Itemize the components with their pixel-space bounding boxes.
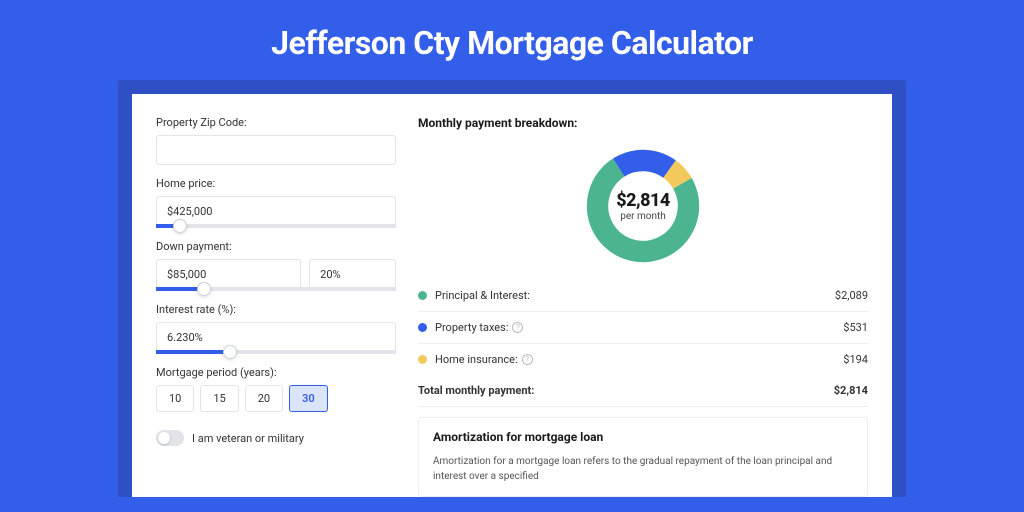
info-icon[interactable]: ? (512, 322, 523, 333)
info-icon[interactable]: ? (522, 354, 533, 365)
amortization-text: Amortization for a mortgage loan refers … (433, 454, 853, 484)
rate-field: Interest rate (%): (156, 303, 396, 354)
home-price-label: Home price: (156, 177, 396, 190)
outer-card: Property Zip Code: Home price: Down paym… (118, 80, 906, 497)
total-label: Total monthly payment: (418, 384, 834, 397)
down-payment-pct-input[interactable] (309, 259, 396, 289)
breakdown-row: Principal & Interest:$2,089 (418, 280, 868, 312)
breakdown-label: Principal & Interest: (435, 289, 835, 302)
donut-chart: $2,814 per month (418, 142, 868, 280)
home-price-input[interactable] (156, 196, 396, 226)
home-price-slider[interactable] (156, 224, 396, 228)
slider-thumb[interactable] (223, 345, 237, 359)
down-payment-field: Down payment: (156, 240, 396, 291)
down-payment-label: Down payment: (156, 240, 396, 253)
donut-amount: $2,814 (616, 190, 670, 211)
amortization-title: Amortization for mortgage loan (433, 430, 853, 444)
zip-input[interactable] (156, 135, 396, 165)
period-buttons: 1015 2030 (156, 385, 396, 412)
amortization-section: Amortization for mortgage loan Amortizat… (418, 417, 868, 497)
breakdown-value: $194 (843, 353, 868, 366)
period-btn-15[interactable]: 15 (200, 385, 238, 412)
legend-dot (418, 355, 427, 364)
period-btn-20[interactable]: 20 (245, 385, 283, 412)
rate-input[interactable] (156, 322, 396, 352)
breakdown-title: Monthly payment breakdown: (418, 116, 868, 130)
home-price-field: Home price: (156, 177, 396, 228)
period-btn-10[interactable]: 10 (156, 385, 194, 412)
breakdown-rows: Principal & Interest:$2,089Property taxe… (418, 280, 868, 375)
veteran-label: I am veteran or military (192, 432, 304, 445)
veteran-row: I am veteran or military (156, 430, 396, 446)
breakdown-row: Property taxes:?$531 (418, 312, 868, 344)
total-value: $2,814 (834, 384, 868, 397)
zip-field: Property Zip Code: (156, 116, 396, 165)
slider-thumb[interactable] (173, 219, 187, 233)
slider-thumb[interactable] (197, 282, 211, 296)
breakdown-value: $2,089 (835, 289, 868, 302)
breakdown-row: Home insurance:?$194 (418, 344, 868, 375)
total-row: Total monthly payment: $2,814 (418, 375, 868, 407)
period-btn-30[interactable]: 30 (289, 385, 328, 412)
calculator-card: Property Zip Code: Home price: Down paym… (132, 94, 892, 497)
down-payment-slider[interactable] (156, 287, 396, 291)
breakdown-panel: Monthly payment breakdown: $2,814 per mo… (418, 116, 868, 497)
page-title: Jefferson Cty Mortgage Calculator (0, 0, 1024, 80)
veteran-toggle[interactable] (156, 430, 184, 446)
inputs-panel: Property Zip Code: Home price: Down paym… (156, 116, 396, 497)
rate-slider[interactable] (156, 350, 396, 354)
period-field: Mortgage period (years): 1015 2030 (156, 366, 396, 412)
donut-sub: per month (620, 211, 666, 222)
rate-label: Interest rate (%): (156, 303, 396, 316)
zip-label: Property Zip Code: (156, 116, 396, 129)
period-label: Mortgage period (years): (156, 366, 396, 379)
breakdown-label: Home insurance:? (435, 353, 843, 366)
legend-dot (418, 323, 427, 332)
down-payment-input[interactable] (156, 259, 301, 289)
breakdown-label: Property taxes:? (435, 321, 843, 334)
breakdown-value: $531 (843, 321, 868, 334)
legend-dot (418, 291, 427, 300)
